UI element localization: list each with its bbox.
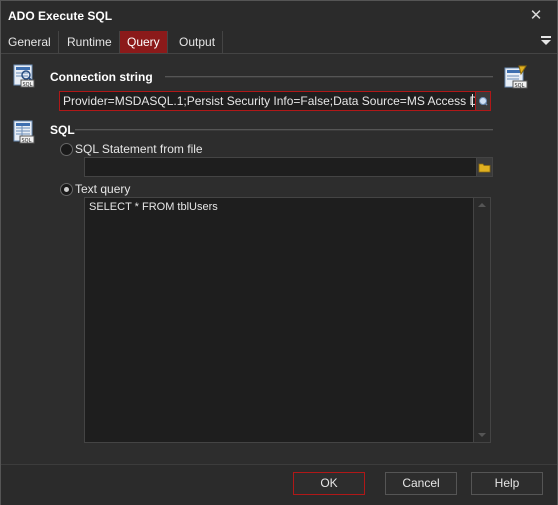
text-query-label[interactable]: Text query [75,182,130,196]
help-button[interactable]: Help [471,472,543,495]
connection-string-label: Connection string [50,70,153,84]
dialog-window: ADO Execute SQL ✕ General Runtime Query … [0,0,558,505]
svg-text:SQL: SQL [23,82,33,88]
connection-build-icon [479,97,488,106]
tab-general[interactable]: General [1,31,59,53]
tab-runtime[interactable]: Runtime [60,31,120,53]
sql-file-path-input[interactable] [84,157,477,177]
connection-divider [165,76,493,78]
sql-from-file-label[interactable]: SQL Statement from file [75,142,203,156]
query-editor-scrollbar[interactable] [474,197,491,443]
title-bar: ADO Execute SQL ✕ [1,1,557,31]
connection-builder-button[interactable] [475,91,491,111]
svg-text:SQL: SQL [515,83,525,89]
text-cursor [472,94,473,107]
sql-connection-icon: SQL [13,64,35,88]
window-title: ADO Execute SQL [8,9,113,23]
sql-divider [75,129,493,131]
query-tab-content: SQL Connection string SQL Provider=MSDAS… [1,54,557,464]
cancel-button[interactable]: Cancel [385,472,457,495]
tab-query[interactable]: Query [120,31,168,53]
text-query-radio[interactable] [60,183,73,196]
sql-section-label: SQL [50,123,75,137]
svg-text:SQL: SQL [22,138,32,144]
sql-from-file-radio[interactable] [60,143,73,156]
sql-table-icon: SQL [13,120,35,144]
connection-string-input[interactable]: Provider=MSDASQL.1;Persist Security Info… [59,91,476,111]
sql-builder-icon[interactable]: SQL [504,65,528,89]
sql-query-editor[interactable]: SELECT * FROM tblUsers [84,197,474,443]
scroll-up-icon[interactable] [478,203,486,207]
tab-menu-icon[interactable] [541,36,551,48]
folder-icon [478,163,491,173]
dialog-footer: OK Cancel Help [1,464,557,505]
close-button[interactable]: ✕ [525,5,547,27]
tab-output[interactable]: Output [172,31,224,53]
ok-button[interactable]: OK [293,472,365,495]
browse-file-button[interactable] [476,157,493,177]
tab-bar: General Runtime Query Output [1,31,557,54]
scroll-down-icon[interactable] [478,433,486,437]
